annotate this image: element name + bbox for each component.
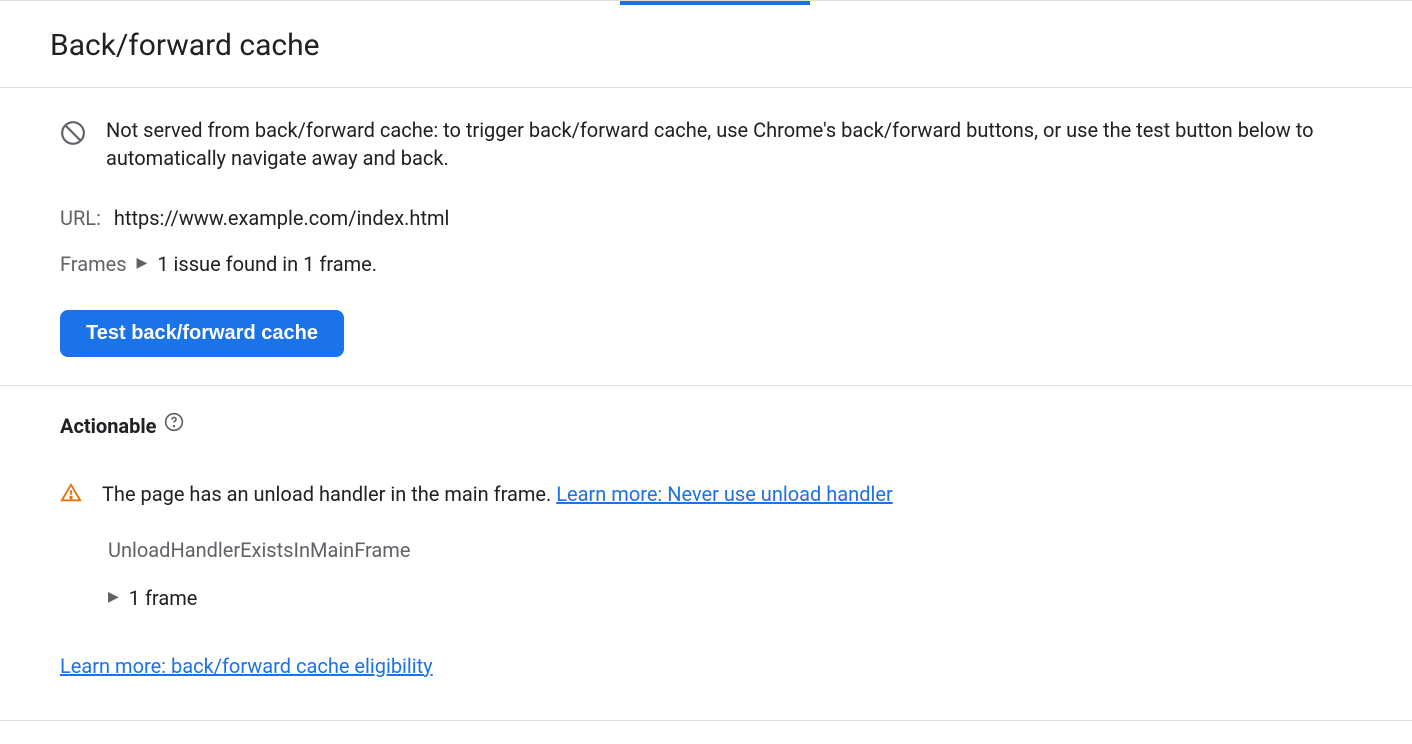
chevron-right-icon[interactable]: ▶ [137, 254, 148, 274]
chevron-right-icon[interactable]: ▶ [108, 588, 119, 608]
issue-code: UnloadHandlerExistsInMainFrame [108, 536, 1352, 564]
notice-text: Not served from back/forward cache: to t… [106, 116, 1352, 172]
test-bfcache-button[interactable]: Test back/forward cache [60, 310, 344, 357]
issue-row: The page has an unload handler in the ma… [60, 480, 1352, 512]
learn-more-unload-link[interactable]: Learn more: Never use unload handler [556, 482, 892, 506]
warning-icon [60, 482, 82, 512]
eligibility-link-row: Learn more: back/forward cache eligibili… [60, 652, 1352, 680]
issue-description: The page has an unload handler in the ma… [102, 482, 556, 506]
url-label: URL: [60, 206, 101, 230]
actionable-header: Actionable [60, 412, 1352, 440]
active-tab-indicator [620, 1, 810, 5]
page-title: Back/forward cache [50, 25, 1362, 67]
main-section: Not served from back/forward cache: to t… [0, 88, 1412, 386]
help-icon[interactable] [164, 412, 184, 440]
learn-more-eligibility-link[interactable]: Learn more: back/forward cache eligibili… [60, 654, 433, 678]
frame-count-row[interactable]: ▶ 1 frame [108, 584, 1352, 612]
issue-text: The page has an unload handler in the ma… [102, 480, 893, 508]
notice-row: Not served from back/forward cache: to t… [60, 116, 1352, 172]
frames-row[interactable]: Frames ▶ 1 issue found in 1 frame. [60, 250, 1352, 278]
frames-label: Frames [60, 250, 127, 278]
url-value: https://www.example.com/index.html [114, 206, 450, 230]
frames-summary: 1 issue found in 1 frame. [157, 250, 377, 278]
not-allowed-icon [60, 120, 86, 154]
actionable-title: Actionable [60, 412, 156, 440]
header-section: Back/forward cache [0, 1, 1412, 88]
actionable-section: Actionable The page has an unload handle… [0, 386, 1412, 720]
frame-count-text: 1 frame [129, 584, 198, 612]
url-row: URL: https://www.example.com/index.html [60, 204, 1352, 232]
